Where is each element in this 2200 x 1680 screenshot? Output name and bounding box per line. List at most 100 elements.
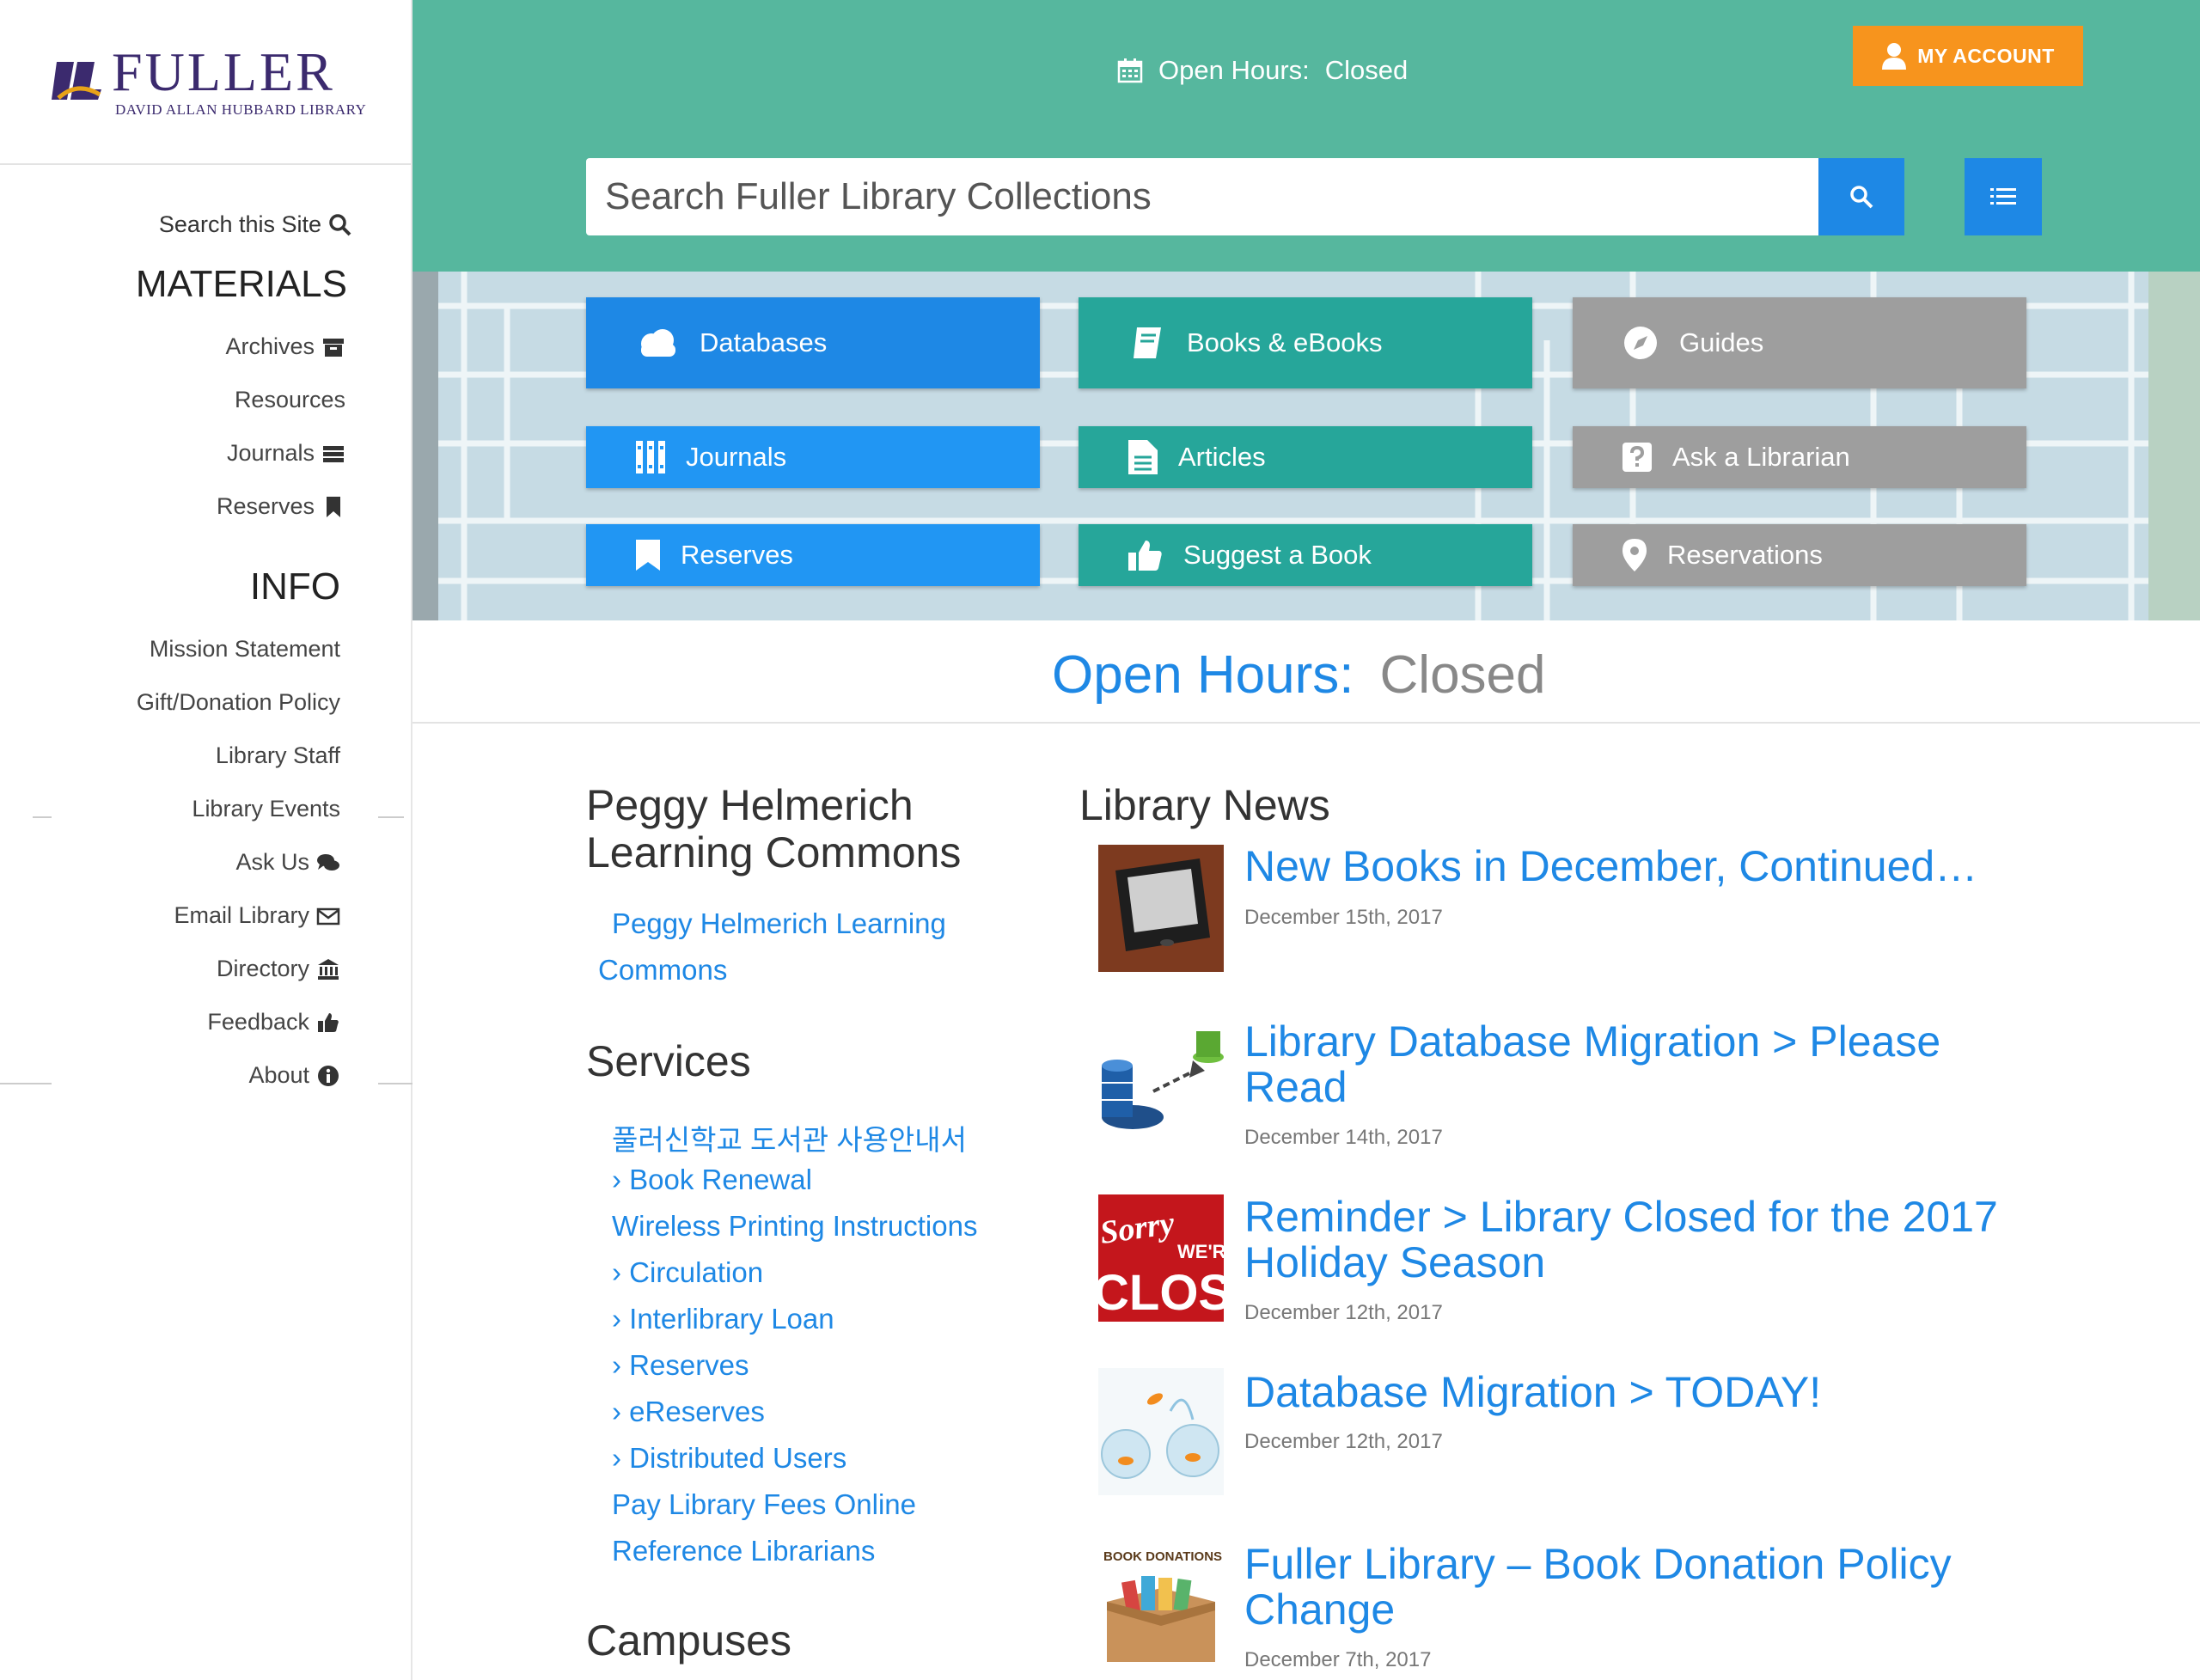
divider xyxy=(0,1083,52,1084)
sidebar-item-about[interactable]: About xyxy=(248,1062,340,1089)
map-marker-icon xyxy=(1622,539,1647,571)
sidebar-item-label: Feedback xyxy=(207,1009,309,1035)
file-text-icon xyxy=(1128,440,1158,474)
service-link-pay-fees[interactable]: Pay Library Fees Online xyxy=(612,1488,916,1521)
service-link-book-renewal[interactable]: › Book Renewal xyxy=(612,1164,812,1196)
news-title[interactable]: New Books in December, Continued… xyxy=(1244,844,2018,889)
search-button[interactable] xyxy=(1818,158,1904,235)
sidebar-item-label: Library Events xyxy=(192,796,340,822)
news-date: December 12th, 2017 xyxy=(1244,1301,1443,1324)
service-link-reserves[interactable]: › Reserves xyxy=(612,1349,749,1382)
databases-tile[interactable]: Databases xyxy=(586,297,1040,388)
my-account-label: MY ACCOUNT xyxy=(1917,44,2055,67)
search-placeholder: Search Fuller Library Collections xyxy=(605,175,1152,217)
sidebar-item-label: Resources xyxy=(234,387,345,412)
service-link-reference-librarians[interactable]: Reference Librarians xyxy=(612,1535,875,1567)
sidebar-item-library-events[interactable]: Library Events xyxy=(192,796,340,822)
news-title-line: Database Migration > TODAY! xyxy=(1244,1368,1822,1416)
news-title-line: Reminder > Library Closed for the 2017 xyxy=(1244,1193,1998,1241)
advanced-search-button[interactable] xyxy=(1965,158,2042,235)
question-square-icon xyxy=(1622,443,1652,472)
list-icon xyxy=(1990,188,2016,205)
ask-a-librarian-tile[interactable]: Ask a Librarian xyxy=(1573,426,2026,488)
news-title[interactable]: Database Migration > TODAY! xyxy=(1244,1370,2018,1415)
sidebar-item-email-library[interactable]: Email Library xyxy=(174,902,340,929)
service-link-distributed-users[interactable]: › Distributed Users xyxy=(612,1442,846,1475)
my-account-button[interactable]: MY ACCOUNT xyxy=(1853,26,2083,86)
sidebar-item-journals[interactable]: Journals xyxy=(227,440,345,467)
news-thumbnail[interactable] xyxy=(1098,1368,1224,1495)
sign-text: CLOSED xyxy=(1098,1265,1224,1321)
logo-title: FULLER xyxy=(112,41,335,102)
sidebar-item-library-staff[interactable]: Library Staff xyxy=(216,742,340,769)
tile-label: Ask a Librarian xyxy=(1672,442,1850,472)
search-icon xyxy=(1850,186,1873,209)
books-ebooks-tile[interactable]: Books & eBooks xyxy=(1079,297,1532,388)
suggest-a-book-tile[interactable]: Suggest a Book xyxy=(1079,524,1532,586)
hero-banner: Databases Books & eBooks Guides Journals… xyxy=(412,272,2200,620)
open-hours-header: Open Hours: Closed xyxy=(1117,55,1408,86)
ereader-image xyxy=(1098,845,1224,972)
divider xyxy=(33,816,52,818)
divider xyxy=(378,1083,412,1084)
tile-label: Guides xyxy=(1679,327,1764,357)
sidebar-item-ask-us[interactable]: Ask Us xyxy=(235,849,340,876)
cloud-icon xyxy=(641,329,675,357)
tile-label: Reserves xyxy=(681,540,793,570)
logo-area[interactable]: FULLER DAVID ALLAN HUBBARD LIBRARY xyxy=(0,0,411,165)
search-site-link[interactable]: Search this Site xyxy=(159,211,352,238)
compass-icon xyxy=(1624,327,1657,359)
service-link-korean-guide[interactable]: 풀러신학교 도서관 사용안내서 xyxy=(612,1117,967,1158)
book-icon xyxy=(1134,327,1161,358)
sidebar-item-directory[interactable]: Directory xyxy=(217,956,340,982)
tile-label: Suggest a Book xyxy=(1183,540,1372,570)
sidebar-item-feedback[interactable]: Feedback xyxy=(207,1009,340,1035)
news-thumbnail[interactable]: Sorry WE'R CLOSED xyxy=(1098,1194,1224,1322)
service-link-wireless-printing[interactable]: Wireless Printing Instructions xyxy=(612,1210,977,1243)
materials-heading: MATERIALS xyxy=(135,263,347,305)
sidebar-item-reserves[interactable]: Reserves xyxy=(217,493,345,520)
reserves-tile[interactable]: Reserves xyxy=(586,524,1040,586)
journals-tile[interactable]: Journals xyxy=(586,426,1040,488)
news-thumbnail[interactable]: BOOK DONATIONS xyxy=(1098,1542,1224,1669)
user-icon xyxy=(1882,43,1907,70)
guides-tile[interactable]: Guides xyxy=(1573,297,2026,388)
learning-commons-link[interactable]: Peggy Helmerich Learning xyxy=(612,907,946,940)
info-circle-icon xyxy=(318,1065,339,1086)
open-hours-label: Open Hours: xyxy=(1158,55,1310,85)
open-hours-value: Closed xyxy=(1324,55,1409,85)
sign-text: WE'R xyxy=(1177,1241,1224,1262)
learning-commons-heading: Peggy Helmerich Learning Commons xyxy=(586,782,961,877)
tile-label: Articles xyxy=(1178,442,1266,472)
news-date: December 7th, 2017 xyxy=(1244,1648,1432,1671)
archive-box-icon xyxy=(323,338,344,357)
news-title[interactable]: Library Database Migration > Please Read xyxy=(1244,1019,2018,1110)
open-hours-label: Open Hours: xyxy=(1052,645,1354,705)
tile-label: Books & eBooks xyxy=(1187,327,1383,357)
collection-search-input[interactable]: Search Fuller Library Collections xyxy=(586,158,1820,235)
tile-label: Reservations xyxy=(1667,540,1823,570)
news-date: December 15th, 2017 xyxy=(1244,906,1443,929)
service-link-ereserves[interactable]: › eReserves xyxy=(612,1396,765,1428)
institution-icon xyxy=(318,958,339,980)
open-hours-display: Open Hours: Closed xyxy=(1052,645,1546,706)
sorry-closed-sign-image: Sorry WE'R CLOSED xyxy=(1098,1194,1224,1322)
sidebar-item-archives[interactable]: Archives xyxy=(225,333,345,360)
server-icon xyxy=(323,445,344,462)
info-heading: INFO xyxy=(249,565,340,608)
sidebar-item-resources[interactable]: Resources xyxy=(235,387,345,413)
sidebar-item-gift-donation-policy[interactable]: Gift/Donation Policy xyxy=(137,689,340,716)
learning-commons-link[interactable]: Commons xyxy=(598,954,727,987)
reservations-tile[interactable]: Reservations xyxy=(1573,524,2026,586)
bookmark-icon xyxy=(327,496,340,517)
news-title[interactable]: Fuller Library – Book Donation Policy Ch… xyxy=(1244,1542,2018,1633)
news-thumbnail[interactable] xyxy=(1098,1023,1224,1150)
sidebar-item-mission-statement[interactable]: Mission Statement xyxy=(150,636,340,663)
news-title[interactable]: Reminder > Library Closed for the 2017 H… xyxy=(1244,1194,2018,1286)
sidebar-item-label: Archives xyxy=(225,333,315,359)
service-link-interlibrary-loan[interactable]: › Interlibrary Loan xyxy=(612,1303,834,1335)
sidebar-item-label: Ask Us xyxy=(235,849,309,875)
articles-tile[interactable]: Articles xyxy=(1079,426,1532,488)
service-link-circulation[interactable]: › Circulation xyxy=(612,1256,763,1289)
news-thumbnail[interactable] xyxy=(1098,845,1224,972)
